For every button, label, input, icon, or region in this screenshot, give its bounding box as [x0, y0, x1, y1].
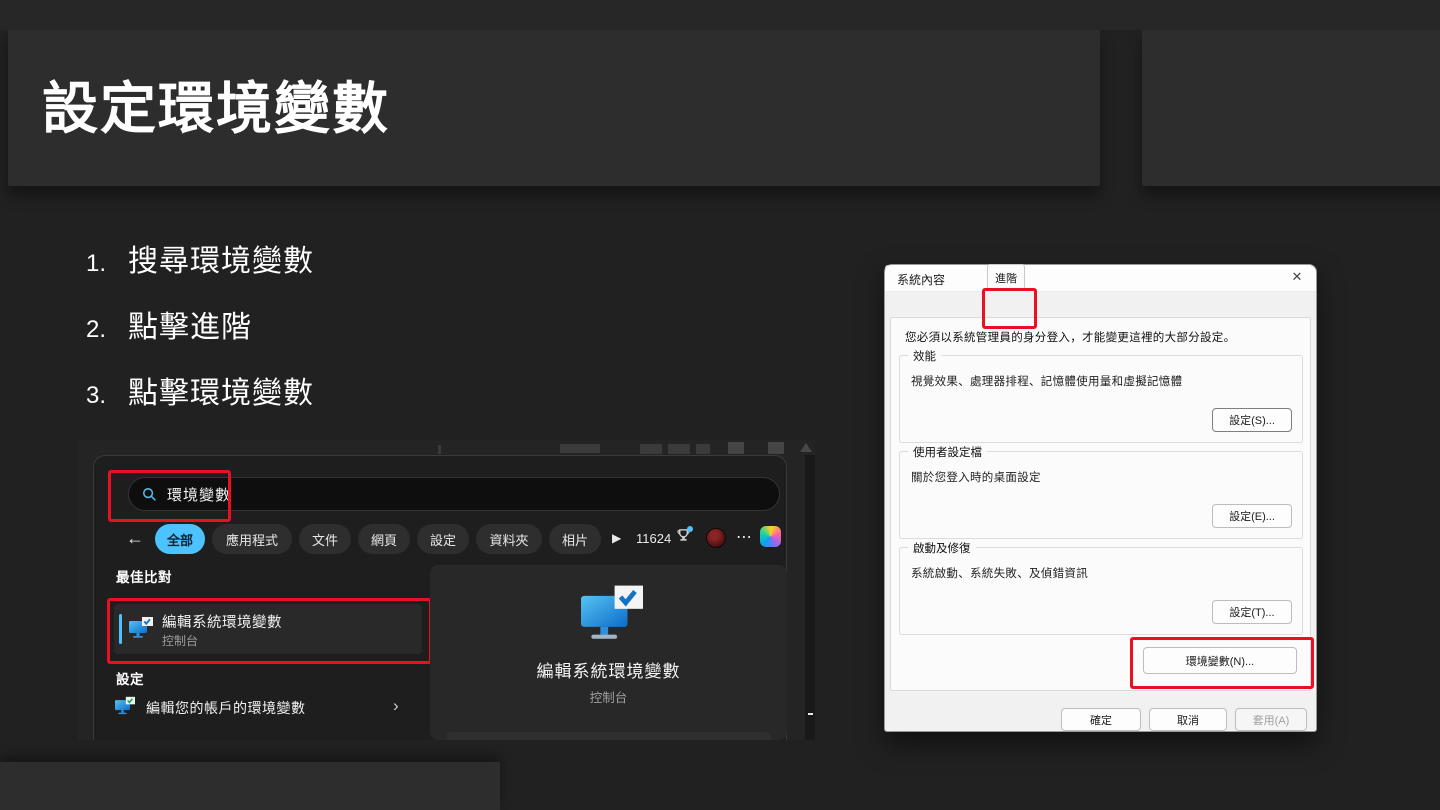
apply-button[interactable]: 套用(A)	[1235, 708, 1307, 731]
page-title: 設定環境變數	[42, 77, 390, 140]
search-query: 環境變數	[167, 486, 232, 504]
bottom-left-block	[0, 762, 500, 810]
preview-pane: 編輯系統環境變數 控制台	[430, 565, 787, 740]
startup-settings-button[interactable]: 設定(T)...	[1212, 600, 1292, 624]
settings-section-label: 設定	[116, 672, 144, 687]
rewards-count[interactable]: 11624	[636, 531, 671, 546]
filter-pill-web[interactable]: 網頁	[358, 524, 410, 554]
settings-item-text: 編輯您的帳戶的環境變數	[146, 700, 306, 716]
group-label: 啟動及修復	[908, 540, 976, 556]
step-number: 2.	[86, 316, 107, 343]
background-window-artifact	[696, 444, 710, 454]
avatar[interactable]	[706, 528, 726, 548]
dialog-title: 系統內容	[897, 273, 946, 287]
system-properties-dialog: 系統內容 ✕ 電腦名稱 硬體 進階 系統保護 遠端 您必須以系統管理員的身分登入…	[884, 264, 1317, 732]
settings-result-item[interactable]: 編輯您的帳戶的環境變數 ›	[108, 690, 424, 726]
filter-pill-folders[interactable]: 資料夾	[476, 524, 542, 554]
filter-pill-all[interactable]: 全部	[155, 524, 205, 554]
best-match-item[interactable]: 編輯系統環境變數 控制台	[114, 604, 422, 654]
group-user-profiles: 使用者設定檔 關於您登入時的桌面設定 設定(E)...	[899, 444, 1303, 539]
group-desc: 關於您登入時的桌面設定	[911, 472, 1041, 484]
background-window-artifact	[640, 444, 662, 454]
monitor-check-icon-large	[578, 583, 646, 650]
background-window-artifact	[768, 442, 784, 454]
close-icon[interactable]: ✕	[1288, 269, 1306, 285]
group-performance: 效能 視覺效果、處理器排程、記憶體使用量和虛擬記憶體 設定(S)...	[899, 348, 1303, 443]
search-input[interactable]: 環境變數	[128, 477, 780, 511]
dialog-titlebar	[885, 265, 1316, 292]
rewards-trophy-icon[interactable]	[676, 526, 693, 548]
more-filters-icon[interactable]: ▶	[612, 531, 621, 545]
environment-variables-button[interactable]: 環境變數(N)...	[1143, 647, 1297, 674]
filter-pill-documents[interactable]: 文件	[299, 524, 351, 554]
user-profiles-settings-button[interactable]: 設定(E)...	[1212, 504, 1292, 528]
best-match-subtitle: 控制台	[162, 634, 199, 648]
tab-advanced[interactable]: 進階	[987, 264, 1025, 290]
background-caret-icon	[800, 443, 812, 452]
step-text: 搜尋環境變數	[128, 245, 314, 278]
monitor-check-icon	[128, 616, 154, 645]
preview-subtitle: 控制台	[589, 691, 628, 705]
chevron-right-icon: ›	[393, 696, 399, 715]
step-number: 1.	[86, 250, 107, 277]
group-desc: 系統啟動、系統失敗、及偵錯資訊	[911, 568, 1088, 580]
cancel-button[interactable]: 取消	[1149, 708, 1227, 731]
windows-search-screenshot: 環境變數 ← 全部 應用程式 文件 網頁 設定 資料夾 相片 ▶ 11624 ⋯…	[78, 440, 815, 740]
admin-note: 您必須以系統管理員的身分登入，才能變更這裡的大部分設定。	[905, 332, 1236, 344]
more-options-icon[interactable]: ⋯	[736, 527, 753, 547]
group-label: 使用者設定檔	[908, 444, 987, 460]
best-match-title: 編輯系統環境變數	[162, 615, 282, 631]
background-window-artifact	[728, 442, 744, 454]
group-startup-recovery: 啟動及修復 系統啟動、系統失敗、及偵錯資訊 設定(T)...	[899, 540, 1303, 635]
selection-accent-bar	[119, 614, 122, 644]
rewards-badge-dot	[687, 526, 693, 532]
background-window-artifact	[438, 445, 441, 454]
search-icon	[142, 487, 156, 501]
ok-button[interactable]: 確定	[1061, 708, 1141, 731]
background-window-artifact	[668, 444, 690, 454]
back-arrow-icon[interactable]: ←	[126, 528, 144, 549]
scrollbar-thumb[interactable]	[808, 713, 813, 715]
performance-settings-button[interactable]: 設定(S)...	[1212, 408, 1292, 432]
step-text: 點擊進階	[128, 311, 252, 344]
slide: 設定環境變數 1. 搜尋環境變數 2. 點擊進階 3. 點擊環境變數 環境變數 …	[0, 0, 1440, 810]
background-window-artifact	[560, 444, 600, 453]
copilot-icon[interactable]	[760, 526, 781, 547]
step-3: 3. 點擊環境變數	[86, 368, 314, 412]
preview-action-hint	[446, 732, 771, 740]
filter-pill-photos[interactable]: 相片	[549, 524, 601, 554]
best-match-label: 最佳比對	[116, 570, 172, 585]
step-1: 1. 搜尋環境變數	[86, 236, 314, 280]
group-label: 效能	[908, 348, 941, 364]
title-band-right	[1142, 30, 1440, 186]
scrollbar[interactable]	[805, 455, 815, 740]
step-number: 3.	[86, 382, 107, 409]
preview-title: 編輯系統環境變數	[536, 662, 681, 681]
step-2: 2. 點擊進階	[86, 302, 252, 346]
monitor-check-icon	[114, 696, 136, 721]
slide-top-strip	[0, 0, 1440, 30]
group-desc: 視覺效果、處理器排程、記憶體使用量和虛擬記憶體	[911, 376, 1183, 388]
filter-pill-apps[interactable]: 應用程式	[212, 524, 292, 554]
step-text: 點擊環境變數	[128, 377, 314, 410]
filter-pill-settings[interactable]: 設定	[417, 524, 469, 554]
